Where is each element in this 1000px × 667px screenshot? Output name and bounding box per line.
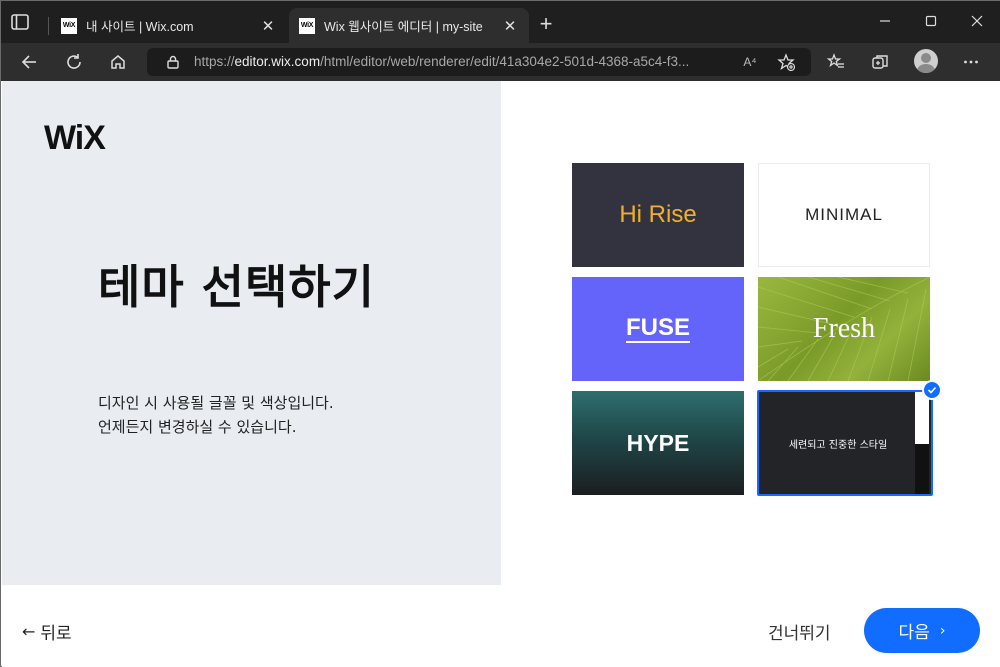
tab-title: Wix 웹사이트 에디터 | my-site xyxy=(324,20,483,34)
theme-preview-bar xyxy=(915,392,929,494)
url-text[interactable]: https://editor.wix.com/html/editor/web/r… xyxy=(194,54,689,69)
tab-my-sites[interactable]: WiX 내 사이트 | Wix.com ✕ xyxy=(51,8,287,43)
add-favorite-icon[interactable] xyxy=(777,53,795,71)
back-label: 뒤로 xyxy=(40,624,72,644)
skip-button[interactable]: 건너뛰기 xyxy=(768,619,831,644)
url-path: /html/editor/web/renderer/edit/41a304e2-… xyxy=(320,54,690,69)
theme-card-hype[interactable]: HYPE xyxy=(572,391,744,495)
favorites-icon[interactable] xyxy=(824,50,848,74)
theme-label: FUSE xyxy=(625,314,690,343)
tab-title: 내 사이트 | Wix.com xyxy=(86,20,194,34)
address-bar[interactable]: https://editor.wix.com/html/editor/web/r… xyxy=(147,48,811,76)
theme-selection-page: WiX 테마 선택하기 디자인 시 사용될 글꼴 및 색상입니다. 언제든지 변… xyxy=(2,81,1000,667)
theme-card-modern-selected[interactable]: 세련되고 진중한 스타일 xyxy=(757,390,933,496)
refresh-icon[interactable] xyxy=(62,50,86,74)
tab-actions-icon[interactable] xyxy=(9,11,31,33)
wix-favicon-icon: WiX xyxy=(299,17,315,34)
more-icon[interactable] xyxy=(959,50,983,74)
tab-separator xyxy=(48,17,49,35)
next-label: 다음 xyxy=(898,623,930,643)
theme-card-hi-rise[interactable]: Hi Rise xyxy=(572,163,744,267)
theme-card-fuse[interactable]: FUSE xyxy=(572,277,744,381)
theme-label: HYPE xyxy=(626,429,690,456)
lock-icon[interactable] xyxy=(165,54,181,70)
tab-close-icon[interactable]: ✕ xyxy=(259,17,277,35)
new-tab-button[interactable]: + xyxy=(535,13,557,36)
theme-label: Fresh xyxy=(812,313,876,344)
read-aloud-icon[interactable]: A⁴ xyxy=(741,53,759,71)
chevron-right-icon: › xyxy=(939,622,946,639)
browser-window: WiX 내 사이트 | Wix.com ✕ WiX Wix 웹사이트 에디터 |… xyxy=(0,0,1000,667)
page-title: 테마 선택하기 xyxy=(98,260,375,314)
theme-card-fresh[interactable]: Fresh xyxy=(758,277,930,381)
back-arrow-icon: ← xyxy=(22,622,36,641)
url-host: editor.wix.com xyxy=(234,54,321,69)
wix-favicon-icon: WiX xyxy=(61,17,77,34)
tab-close-icon[interactable]: ✕ xyxy=(501,17,519,35)
left-panel: WiX 테마 선택하기 디자인 시 사용될 글꼴 및 색상입니다. 언제든지 변… xyxy=(2,81,501,585)
profile-avatar[interactable] xyxy=(914,49,938,73)
collections-icon[interactable] xyxy=(868,50,892,74)
theme-card-minimal[interactable]: MINIMAL xyxy=(758,163,930,267)
theme-label: MINIMAL xyxy=(805,205,883,224)
back-button[interactable]: ← 뒤로 xyxy=(22,619,72,644)
tab-editor[interactable]: WiX Wix 웹사이트 에디터 | my-site ✕ xyxy=(289,8,529,43)
close-icon[interactable] xyxy=(962,9,992,33)
home-icon[interactable] xyxy=(106,50,130,74)
next-button[interactable]: 다음 › xyxy=(864,608,980,653)
back-icon[interactable] xyxy=(17,50,41,74)
browser-toolbar: https://editor.wix.com/html/editor/web/r… xyxy=(1,43,1000,81)
maximize-icon[interactable] xyxy=(916,9,946,33)
footer-bar: ← 뒤로 건너뛰기 다음 › xyxy=(2,585,1000,667)
tab-bar: WiX 내 사이트 | Wix.com ✕ WiX Wix 웹사이트 에디터 |… xyxy=(1,1,1000,43)
selected-check-icon xyxy=(922,380,942,400)
theme-label: Hi Rise xyxy=(619,201,697,228)
minimize-icon[interactable] xyxy=(870,9,900,33)
theme-label: 세련되고 진중한 스타일 xyxy=(788,439,888,451)
wix-logo: WiX xyxy=(44,119,106,157)
page-description: 디자인 시 사용될 글꼴 및 색상입니다. 언제든지 변경하실 수 있습니다. xyxy=(98,391,334,439)
description-line: 디자인 시 사용될 글꼴 및 색상입니다. xyxy=(98,394,334,412)
url-scheme: https:// xyxy=(194,54,235,69)
description-line: 언제든지 변경하실 수 있습니다. xyxy=(98,418,297,436)
